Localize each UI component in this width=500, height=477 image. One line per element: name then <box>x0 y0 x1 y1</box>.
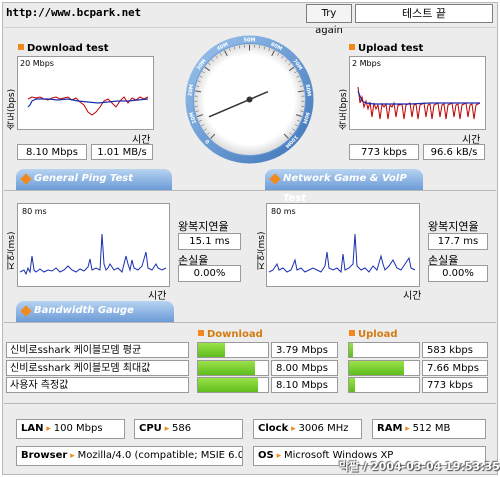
watermark: 막팔 / 2004-03-04 19:53:35 <box>339 460 500 473</box>
speed-gauge: 0 10M 20M 30M 40M 50M 60M 70M 80M 90M 100M <box>183 33 316 166</box>
square-icon <box>349 330 355 336</box>
square-icon <box>198 330 204 336</box>
clock-info: Clock ▸ 3006 MHz <box>253 419 362 439</box>
ping-chart <box>19 233 167 276</box>
upload-title: Upload test <box>349 43 423 54</box>
download-bar-fill <box>198 361 256 375</box>
upload-bar-value: 7.66 Mbps <box>422 360 488 376</box>
download-mbs-value: 1.01 MB/s <box>91 144 153 160</box>
download-graph: 20 Mbps <box>17 56 154 130</box>
download-mbps-value: 8.10 Mbps <box>17 144 87 160</box>
upload-bar-value: 583 kbps <box>422 342 488 358</box>
bandwidth-download-header: Download <box>198 329 263 340</box>
bandwidth-gauge-bar: Bandwidth Gauge <box>16 301 174 322</box>
upload-graph: 2 Mbps <box>349 56 486 130</box>
ping-test-bar: General Ping Test <box>16 169 172 190</box>
square-icon <box>349 44 355 50</box>
download-bar <box>197 377 269 393</box>
download-bar <box>197 342 269 358</box>
upload-bar-fill <box>349 378 355 392</box>
download-chart <box>27 96 149 116</box>
game-loss-value: 0.00% <box>428 265 488 282</box>
game-chart <box>268 233 416 274</box>
upload-bar-fill <box>349 343 354 357</box>
game-rtt-value: 17.7 ms <box>428 233 488 250</box>
lan-info: LAN ▸ 100 Mbps <box>16 419 125 439</box>
game-rtt-label: 왕복지연율 <box>428 220 479 233</box>
square-icon <box>18 44 24 50</box>
try-again-button[interactable]: Try again <box>306 4 352 36</box>
download-title: Download test <box>18 43 109 54</box>
download-bar-fill <box>198 343 225 357</box>
ping-rtt-label: 왕복지연율 <box>178 220 229 233</box>
cpu-info: CPU ▸ 586 <box>134 419 243 439</box>
ping-graph: 80 ms <box>17 203 170 287</box>
ping-loss-value: 0.00% <box>178 265 241 282</box>
upload-bar-fill <box>349 361 404 375</box>
bandwidth-upload-header: Upload <box>349 329 397 340</box>
bandwidth-row-label: 신비로sshark 케이블모뎀 최대값 <box>6 360 189 376</box>
download-bar-fill <box>198 378 258 392</box>
ping-rtt-value: 15.1 ms <box>178 233 241 250</box>
game-time-label: 시간 <box>403 291 422 302</box>
bandwidth-row-label: 신비로sshark 케이블모뎀 평균 <box>6 342 189 358</box>
upload-chart <box>357 86 481 120</box>
upload-bar <box>348 342 420 358</box>
upload-bar-value: 773 kbps <box>422 377 488 393</box>
upload-bar <box>348 377 420 393</box>
upload-bar <box>348 360 420 376</box>
bandwidth-row-label: 사용자 측정값 <box>6 377 189 393</box>
browser-info: Browser ▸ Mozilla/4.0 (compatible; MSIE … <box>16 446 243 466</box>
upload-kbps-value: 773 kbps <box>349 144 419 160</box>
ram-info: RAM ▸ 512 MB <box>372 419 486 439</box>
download-bar-value: 8.00 Mbps <box>271 360 338 376</box>
download-bar-value: 8.10 Mbps <box>271 377 338 393</box>
gauge-tick-label: 50M <box>244 38 256 44</box>
gauge-dial: 010M20M30M40M50M60M70M80M90M100M <box>185 35 314 164</box>
game-voip-test-bar: Network Game & VoIP Test <box>265 169 423 204</box>
ping-time-label: 시간 <box>148 291 167 302</box>
site-url: http://www.bcpark.net <box>6 6 141 19</box>
upload-kbs-value: 96.6 kB/s <box>423 144 485 160</box>
game-graph: 80 ms <box>266 203 420 287</box>
status-field: 테스트 끝 <box>355 4 493 23</box>
download-bar <box>197 360 269 376</box>
download-bar-value: 3.79 Mbps <box>271 342 338 358</box>
